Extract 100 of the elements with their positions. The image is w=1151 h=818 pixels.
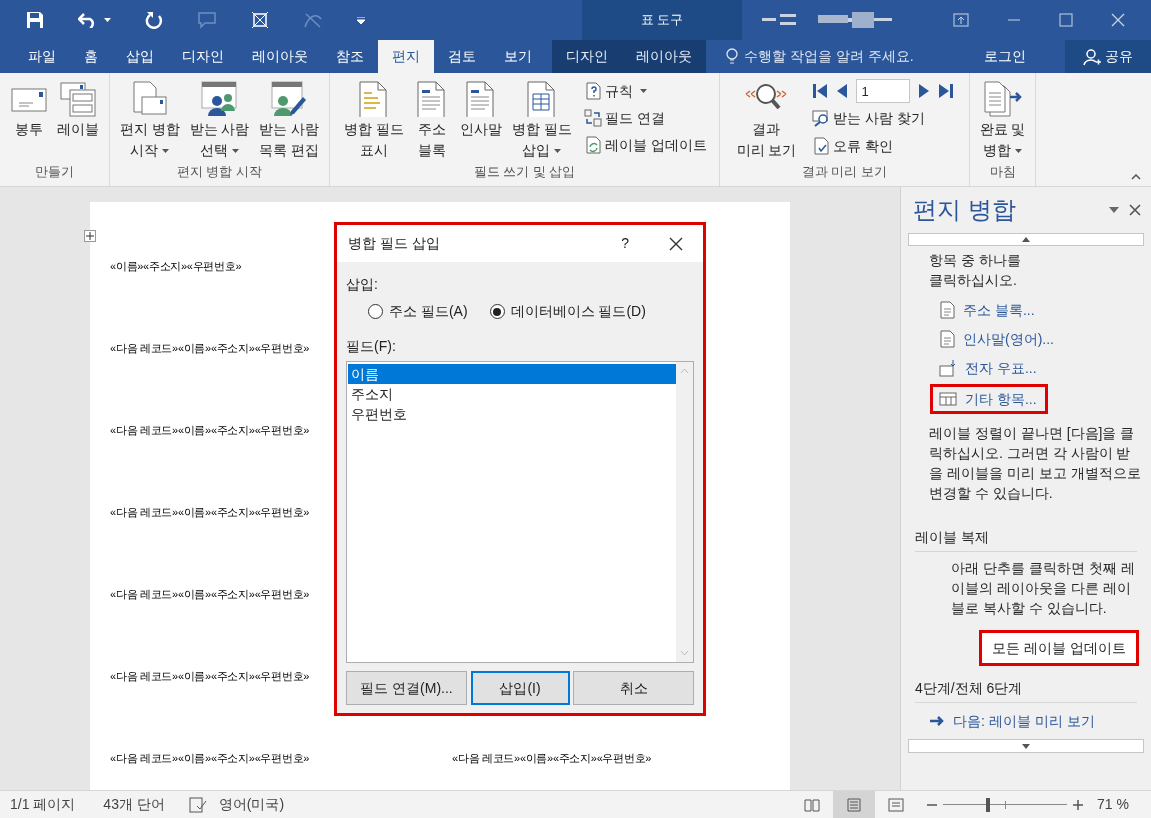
merge-field-text: «다음 레코드»«이름»«주소지»«우편번호» [110, 505, 310, 520]
tell-me-field[interactable]: 수행할 작업을 알려 주세요. [744, 46, 974, 67]
caret-icon [162, 149, 170, 154]
ribbon-tab[interactable]: 파일 [14, 40, 70, 73]
dialog-title: 병합 필드 삽입 [348, 234, 440, 253]
document-refresh-icon [583, 136, 602, 154]
scroll-down-button[interactable] [908, 739, 1144, 753]
merge-field-text: «다음 레코드»«이름»«주소지»«우편번호» [110, 587, 310, 602]
word-count[interactable]: 43개 단어 [103, 794, 165, 815]
scrollbar[interactable] [676, 362, 693, 662]
read-mode-icon [804, 797, 821, 812]
ribbon-tab[interactable]: 홈 [70, 40, 112, 73]
up-chevron-icon [680, 368, 689, 373]
save-icon [26, 11, 44, 29]
swap-boxes-icon [583, 109, 602, 127]
share-button[interactable]: 공유 [1065, 40, 1151, 73]
pane-link[interactable]: 인사말(영어)... [939, 329, 1062, 349]
ribbon-tab[interactable]: 삽입 [112, 40, 168, 73]
scroll-up-button[interactable] [908, 233, 1144, 246]
ribbon-tab[interactable]: 레이아웃 [622, 40, 706, 73]
proofing-icon [188, 796, 207, 813]
zoom-slider-thumb[interactable] [986, 797, 991, 812]
merge-field-text: «다음 레코드»«이름»«주소지»«우편번호» [110, 423, 310, 438]
ribbon-small-button[interactable]: 받는 사람 찾기 [812, 105, 955, 131]
ribbon-tab[interactable]: 보기 [490, 40, 546, 73]
ribbon-tab[interactable]: 편지 [378, 40, 434, 73]
dialog-button[interactable]: 필드 연결(M)... [346, 671, 467, 705]
first-record-icon [812, 83, 829, 99]
field-list-item[interactable]: 이름 [348, 364, 676, 384]
person-add-icon [1083, 47, 1101, 66]
caret-icon [554, 149, 562, 154]
lightbulb-icon [726, 47, 738, 66]
last-record-icon [938, 83, 955, 99]
pane-link[interactable]: 전자 우표... [939, 358, 1045, 378]
radio-button[interactable] [368, 304, 383, 319]
ribbon-button[interactable]: 편지 병합 시작 [117, 79, 182, 161]
page-count[interactable]: 1/1 페이지 [10, 794, 76, 815]
people-pencil-icon [271, 81, 308, 117]
document-question-icon [583, 82, 602, 100]
ribbon-tab[interactable]: 검토 [434, 40, 490, 73]
radio-button[interactable] [489, 304, 505, 319]
ribbon-button[interactable]: 주소 블록 [412, 79, 453, 161]
ribbon-tab[interactable]: 디자인 [168, 40, 238, 73]
ribbon-small-button[interactable]: 필드 연결 [583, 106, 707, 130]
ribbon-button[interactable]: 레이블 [54, 79, 101, 140]
group-label: 만들기 [35, 162, 74, 181]
language-indicator[interactable]: 영어(미국) [218, 794, 285, 815]
dialog-button[interactable]: 취소 [573, 671, 694, 705]
ribbon-tab[interactable]: 레이아웃 [238, 40, 322, 73]
field-list-item[interactable]: 우편번호 [348, 404, 676, 424]
insert-label: 삽입: [346, 275, 379, 294]
ribbon-tab[interactable]: 참조 [322, 40, 378, 73]
instruction-text: 클릭하십시오. [929, 271, 1018, 290]
update-labels-button[interactable]: 모든 레이블 업데이트 [979, 630, 1139, 666]
merge-field-text: «이름»«주소지»«우편번호» [110, 259, 242, 274]
caret-icon [104, 18, 111, 22]
redo-icon [145, 11, 163, 29]
pane-link[interactable]: 기타 항목... [933, 387, 1045, 411]
collapse-ribbon-icon [1131, 174, 1141, 180]
ribbon-button[interactable]: 봉투 [8, 79, 49, 140]
ribbon-tab[interactable]: 디자인 [552, 40, 622, 73]
ribbon-button[interactable]: 받는 사람 선택 [187, 79, 252, 161]
field-list-item[interactable]: 주소지 [348, 384, 676, 404]
radio-option[interactable]: 주소 필드(A) [368, 301, 468, 322]
previous-record-icon [836, 83, 849, 99]
ribbon-button[interactable]: 완료 및 병합 [977, 79, 1028, 161]
section-heading: 레이블 복제 [915, 529, 989, 545]
merge-field-text: «다음 레코드»«이름»«주소지»«우편번호» [110, 669, 310, 684]
help-button[interactable]: ? [621, 233, 629, 254]
next-step-link[interactable]: 다음: 레이블 미리 보기 [901, 703, 1095, 731]
next-record-icon [918, 83, 931, 99]
ribbon-button[interactable]: 병합 필드 표시 [342, 79, 407, 161]
ribbon-button[interactable]: 결과 미리 보기 [734, 79, 799, 161]
sign-in-link[interactable]: 로그인 [974, 40, 1036, 73]
ribbon-small-button[interactable]: 오류 확인 [812, 133, 955, 159]
web-layout-icon [888, 797, 905, 812]
radio-option[interactable]: 데이터베이스 필드(D) [489, 301, 646, 322]
field-list[interactable]: 이름 주소지 우편번호 [346, 361, 694, 663]
view-button[interactable] [833, 791, 876, 818]
zoom-level[interactable]: 71 % [1097, 794, 1129, 815]
document-envelope-icon [131, 81, 168, 117]
record-number-field[interactable]: 1 [856, 79, 911, 103]
ribbon-small-button[interactable]: 규칙 [583, 79, 707, 103]
ribbon-button[interactable]: 인사말 [458, 79, 505, 140]
ribbon-button[interactable]: 받는 사람 목록 편집 [257, 79, 322, 161]
instruction-text: 항목 중 하나를 [929, 251, 1022, 270]
close-icon [1111, 13, 1125, 27]
print-layout-icon [847, 797, 862, 812]
group-label: 마침 [989, 162, 1016, 181]
group-label: 필드 쓰기 및 삽입 [473, 162, 576, 181]
people-icon [201, 81, 238, 117]
dialog-button[interactable]: 삽입(I) [470, 671, 570, 705]
up-arrow-icon [1022, 237, 1030, 242]
ribbon-small-button[interactable]: 레이블 업데이트 [583, 133, 707, 157]
pane-link[interactable]: 주소 블록... [939, 300, 1043, 320]
document-arrow-icon [982, 81, 1023, 117]
stamp-icon [939, 359, 957, 377]
instruction-text: 아래 단추를 클릭하면 첫째 레이블의 레이아웃을 다른 레이블로 복사할 수 있습니다. [950, 559, 1136, 618]
ribbon-button[interactable]: 병합 필드 삽입 [510, 79, 574, 161]
instruction-text: 레이블 정렬이 끝나면 [다음]을 클릭하십시오. 그러면 각 사람이 받을 레이블을 미리 보고 개별적으로 변경할 수 있습니다. [928, 424, 1142, 503]
